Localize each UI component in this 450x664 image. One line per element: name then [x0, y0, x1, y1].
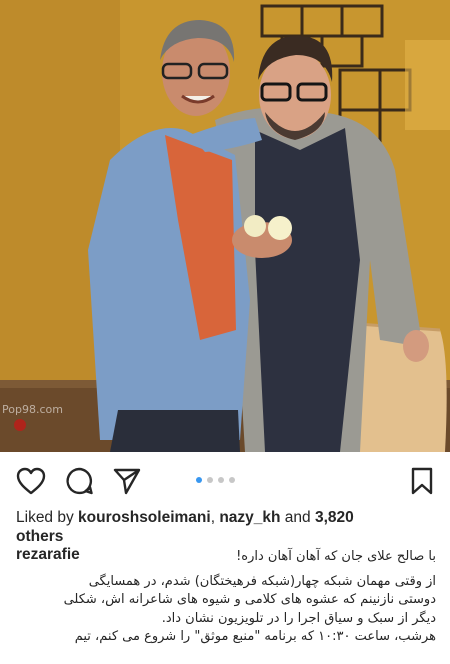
- bookmark-icon[interactable]: [405, 464, 439, 498]
- caption-line: از وقتی مهمان شبکه چهار(شبکه فرهیختگان) …: [88, 573, 436, 589]
- post-action-bar: [0, 452, 450, 508]
- likes-prefix: Liked by: [16, 509, 79, 526]
- likes-summary: Liked by kouroshsoleimani, nazy_kh and 3…: [16, 508, 436, 546]
- paper-plane-icon[interactable]: [110, 464, 144, 498]
- carousel-dot: [229, 477, 235, 483]
- carousel-dot: [218, 477, 224, 483]
- caption-line: هرشب، ساعت ۱۰:۳۰ که برنامه "منبع موثق" ر…: [74, 629, 436, 644]
- post-photo[interactable]: Pop98.com: [0, 0, 450, 452]
- photo-illustration: [0, 0, 450, 452]
- comment-icon[interactable]: [62, 464, 96, 498]
- carousel-indicator: [196, 477, 235, 483]
- watermark-text: Pop98.com: [2, 403, 63, 416]
- caption-line: دیگر از سبک و سیاق اجرا را در تلویزیون ن…: [161, 610, 436, 626]
- liked-by-user-link[interactable]: kouroshsoleimani: [78, 509, 211, 526]
- caption-line: دوستی نازنینم که عشوه های کلامی و شیوه ه…: [63, 592, 436, 607]
- caption-line: با صالح علای جان که آهان آهان داره!: [236, 549, 436, 564]
- likes-count: 3,820: [314, 509, 354, 526]
- carousel-dot: [196, 477, 202, 483]
- likes-others: others: [16, 528, 64, 545]
- caption-text: با صالح علای جان که آهان آهان داره! از و…: [16, 548, 436, 647]
- heart-icon[interactable]: [14, 464, 48, 498]
- likes-and: and: [280, 509, 315, 526]
- liked-by-user-link[interactable]: nazy_kh: [219, 509, 280, 526]
- carousel-dot: [207, 477, 213, 483]
